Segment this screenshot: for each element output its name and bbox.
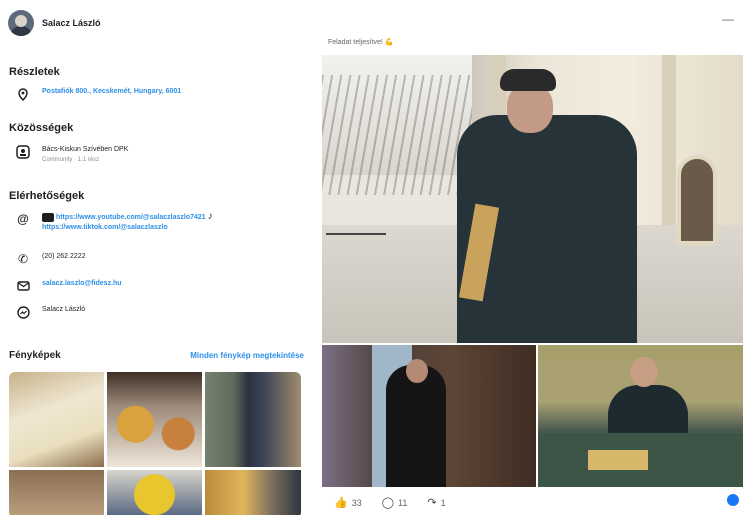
photo-person-cap [500,69,556,91]
email-row: salacz.laszlo@fidesz.hu [16,279,122,293]
like-icon[interactable]: 👍 [334,496,348,509]
photo-window [677,155,717,245]
comment-count[interactable]: 11 [398,498,407,508]
messenger-row: Salacz László [16,305,85,319]
profile-intro-column: Salacz László Részletek Postafiók 800., … [0,0,312,518]
tiktok-icon: ♪ [207,211,213,222]
phone-number[interactable]: (20) 262 2222 [42,252,86,262]
share-count[interactable]: 1 [441,498,446,508]
community-icon [16,145,30,159]
photo-person-head [630,357,658,387]
messenger-bubble-icon[interactable] [727,494,739,506]
email-link[interactable]: salacz.laszlo@fidesz.hu [42,279,122,289]
photo-grid [9,372,301,518]
photo-thumbnail[interactable] [107,470,202,515]
phone-row: ✆ (20) 262 2222 [16,252,86,266]
location-pin-icon [16,87,30,101]
youtube-icon [42,212,54,222]
youtube-link[interactable]: https://www.youtube.com/@salaczlaszlo742… [56,214,206,221]
profile-name[interactable]: Salacz László [42,18,101,28]
at-sign-icon: @ [17,212,29,226]
photo-bicycle [326,205,386,235]
photo-paper [588,450,648,470]
post-photo-2[interactable] [322,345,536,487]
photo-person-head [406,359,428,383]
contacts-title: Elérhetőségek [9,190,85,202]
community-row[interactable]: Bács-Kiskun Szívében DPK Community · 1,1… [16,145,128,165]
more-options-icon[interactable]: — [722,12,734,26]
profile-header[interactable]: Salacz László [8,10,101,36]
post-photo-3[interactable] [538,345,743,487]
messenger-name[interactable]: Salacz László [42,305,85,315]
see-all-photos-link[interactable]: Minden fénykép megtekintése [190,351,304,360]
messenger-icon [16,305,30,319]
share-icon[interactable]: ↷ [427,496,436,509]
address-link[interactable]: Postafiók 800., Kecskemét, Hungary, 6001 [42,87,181,97]
photo-thumbnail[interactable] [205,470,301,515]
communities-title: Közösségek [9,122,74,134]
like-count[interactable]: 33 [352,498,362,508]
photo-thumbnail[interactable] [9,372,104,467]
post-main-photo[interactable] [322,55,743,343]
photo-thumbnail[interactable] [9,470,104,515]
social-links-row: @ https://www.youtube.com/@salaczlaszlo7… [16,212,213,233]
photo-trees [322,75,472,195]
avatar[interactable] [8,10,34,36]
envelope-icon [16,279,30,293]
social-links: https://www.youtube.com/@salaczlaszlo742… [42,212,213,233]
photo-thumbnail[interactable] [107,372,202,467]
community-text: Bács-Kiskun Szívében DPK Community · 1,1… [42,145,128,165]
address-row: Postafiók 800., Kecskemét, Hungary, 6001 [16,87,181,101]
photos-title: Fényképek [9,350,61,361]
photo-thumbnail[interactable] [205,372,301,467]
details-title: Részletek [9,66,60,78]
post-caption: Feladat teljesítve! 💪 [328,39,394,46]
comment-icon[interactable]: ◯ [382,496,394,509]
phone-icon: ✆ [17,252,29,266]
tiktok-link[interactable]: https://www.tiktok.com/@salaczlaszlo [42,224,168,231]
photo-person-body [386,365,446,487]
community-sub: Community · 1,1 rész [42,157,100,163]
post-actions: 👍 33 ◯ 11 ↷ 1 [334,496,450,509]
community-name[interactable]: Bács-Kiskun Szívében DPK [42,146,128,153]
